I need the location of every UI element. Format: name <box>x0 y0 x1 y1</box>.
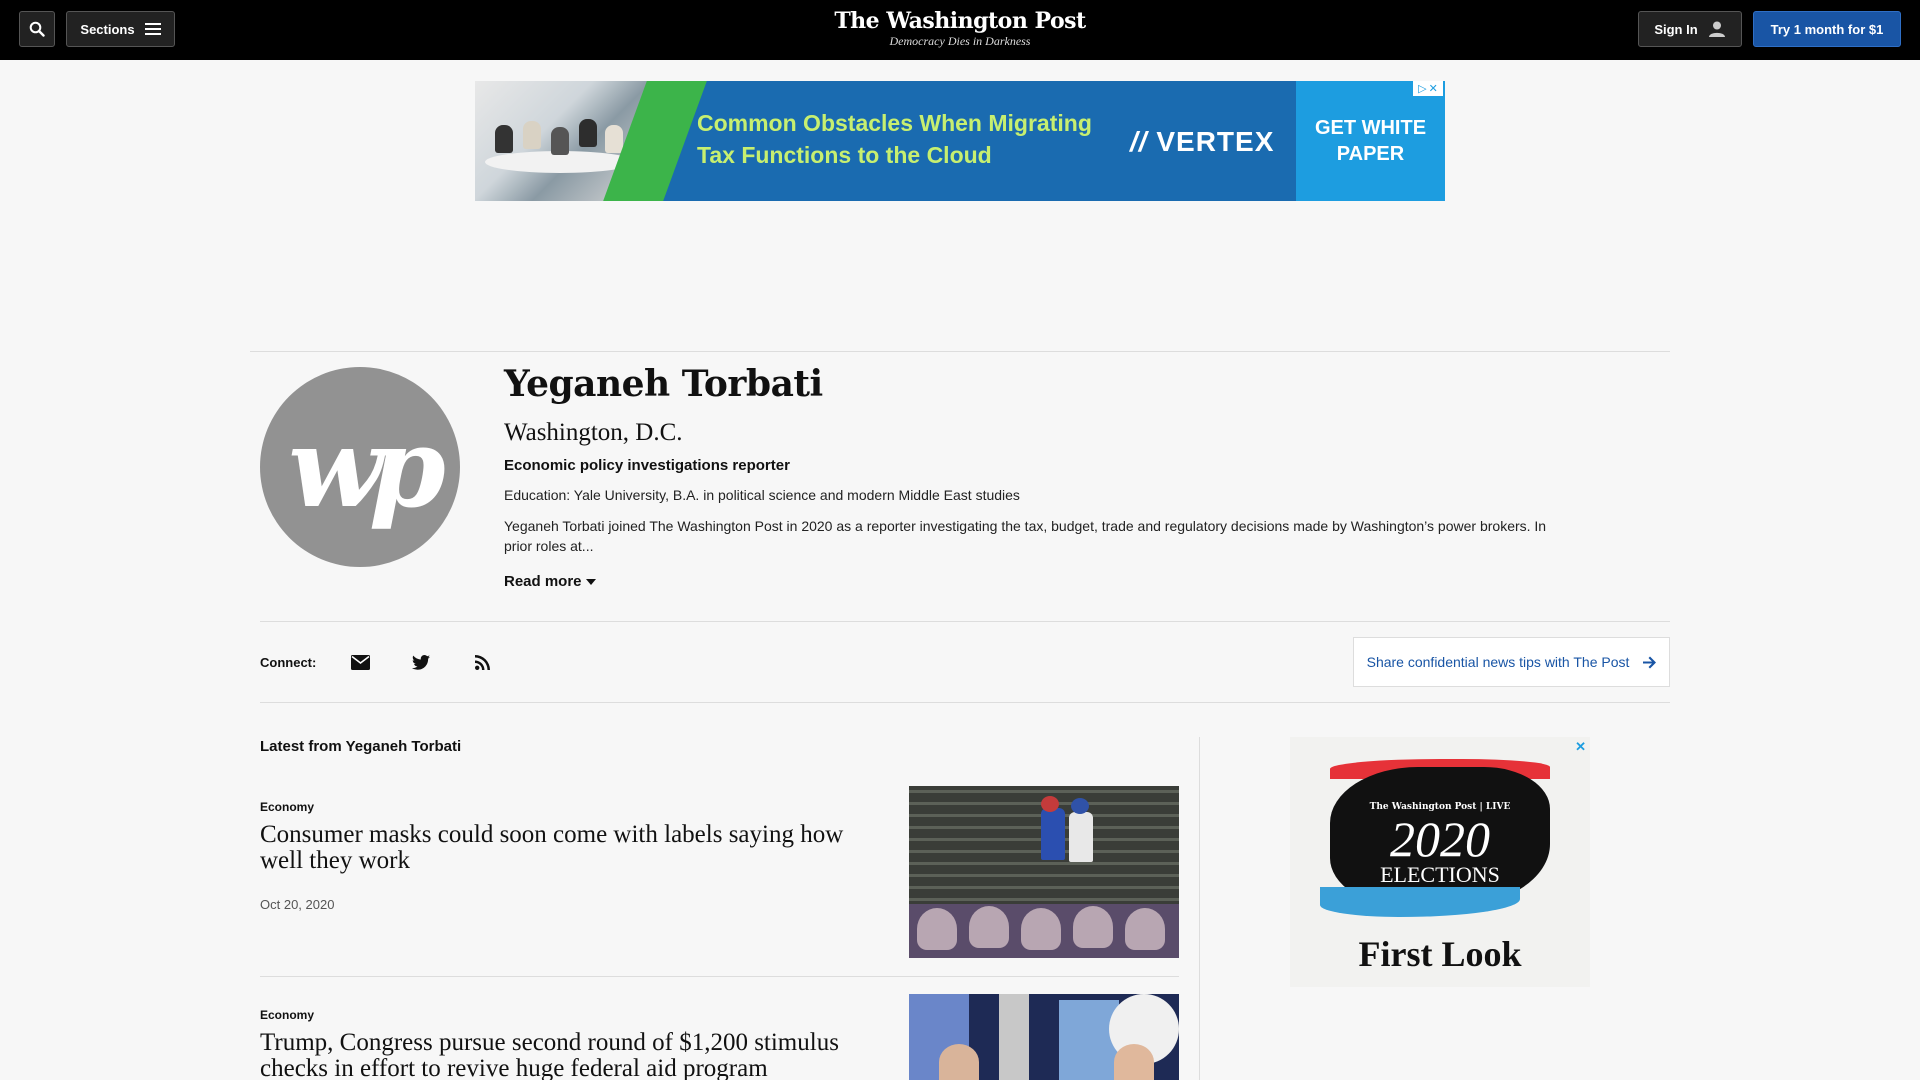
ad-brand-name: VERTEX <box>1156 126 1275 157</box>
user-icon <box>1708 21 1725 37</box>
twitter-link[interactable] <box>409 650 433 674</box>
adchoices-icon[interactable]: ▷ <box>1418 82 1426 95</box>
email-icon <box>350 654 370 670</box>
read-more-label: Read more <box>504 573 582 590</box>
ad-cta[interactable]: GET WHITE PAPER <box>1296 81 1445 201</box>
rss-icon <box>474 654 490 670</box>
subscribe-trial-button[interactable]: Try 1 month for $1 <box>1753 11 1901 47</box>
divider <box>250 351 1670 352</box>
vertex-logo-icon: // <box>1130 126 1148 157</box>
article-kicker[interactable]: Economy <box>260 1008 314 1022</box>
article-headline[interactable]: Consumer masks could soon come with labe… <box>260 822 880 874</box>
author-name: Yeganeh Torbati <box>504 363 823 405</box>
article-thumbnail[interactable] <box>909 994 1179 1080</box>
tips-label: Share confidential news tips with The Po… <box>1366 654 1630 670</box>
divider <box>260 702 1670 703</box>
article-date: Oct 20, 2020 <box>260 897 335 912</box>
caret-down-icon <box>585 578 596 585</box>
top-banner-ad[interactable]: Common Obstacles When Migrating Tax Func… <box>475 81 1445 201</box>
author-avatar: wp <box>260 367 460 567</box>
author-education: Education: Yale University, B.A. in poli… <box>504 487 1020 503</box>
ad-close-controls[interactable]: ▷ ✕ <box>1413 81 1443 96</box>
divider <box>260 976 1179 977</box>
sign-in-button[interactable]: Sign In <box>1638 11 1742 47</box>
sections-label: Sections <box>80 21 135 37</box>
ad-elections-label: ELECTIONS <box>1380 862 1500 887</box>
latest-section-heading: Latest from Yeganeh Torbati <box>260 738 462 755</box>
twitter-icon <box>412 654 430 670</box>
search-button[interactable] <box>19 11 55 47</box>
author-role: Economic policy investigations reporter <box>504 457 790 474</box>
wp-monogram-logo: wp <box>288 402 446 532</box>
sections-menu-button[interactable]: Sections <box>66 11 175 47</box>
share-news-tips-button[interactable]: Share confidential news tips with The Po… <box>1353 637 1670 687</box>
ad-first-look: First Look <box>1358 934 1522 974</box>
ad-brand: // VERTEX <box>1130 126 1274 158</box>
washington-post-logo[interactable]: The Washington Post Democracy Dies in Da… <box>760 8 1160 48</box>
top-navigation-bar: Sections The Washington Post Democracy D… <box>0 0 1920 60</box>
sidebar-ad[interactable]: The Washington Post | LIVE 2020 ELECTION… <box>1290 737 1590 987</box>
divider <box>260 621 1670 622</box>
search-icon <box>29 21 45 37</box>
close-icon[interactable]: ✕ <box>1575 739 1586 755</box>
article-kicker[interactable]: Economy <box>260 800 314 814</box>
article-thumbnail[interactable] <box>909 786 1179 958</box>
read-more-button[interactable]: Read more <box>504 573 596 590</box>
map-shape <box>1320 887 1520 917</box>
email-link[interactable] <box>348 650 372 674</box>
sign-in-label: Sign In <box>1654 21 1698 37</box>
ad-year: 2020 <box>1390 811 1490 867</box>
logo-tagline: Democracy Dies in Darkness <box>889 34 1031 48</box>
ad-headline: Common Obstacles When Migrating Tax Func… <box>697 110 1092 168</box>
author-location: Washington, D.C. <box>504 419 683 446</box>
author-bio: Yeganeh Torbati joined The Washington Po… <box>504 518 1547 554</box>
logo-title: The Washington Post <box>834 8 1086 34</box>
arrow-right-icon <box>1643 656 1657 668</box>
close-icon[interactable]: ✕ <box>1429 82 1438 95</box>
article-headline[interactable]: Trump, Congress pursue second round of $… <box>260 1030 880 1080</box>
rss-link[interactable] <box>470 650 494 674</box>
column-divider <box>1199 737 1200 1080</box>
connect-label: Connect: <box>260 655 317 670</box>
hamburger-icon <box>144 23 161 35</box>
